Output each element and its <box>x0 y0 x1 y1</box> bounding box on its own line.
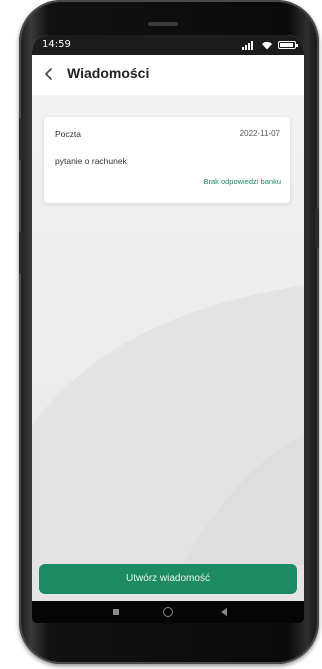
message-type: Poczta <box>55 129 81 139</box>
chevron-left-icon[interactable] <box>40 65 58 83</box>
home-icon[interactable] <box>162 606 174 618</box>
message-subject: pytanie o rachunek <box>55 156 127 166</box>
status-bar: 14:59 <box>32 35 304 55</box>
recents-icon[interactable] <box>110 606 122 618</box>
page-title: Wiadomości <box>67 65 150 81</box>
signal-icon <box>242 40 256 50</box>
status-time: 14:59 <box>42 39 71 50</box>
message-card[interactable]: Poczta 2022-11-07 pytanie o rachunek Bra… <box>44 117 290 203</box>
phone-screen: 14:59 Wiadomości Poczta 2022-11-07 pytan… <box>32 35 304 623</box>
system-nav-bar <box>32 601 304 623</box>
earpiece-speaker <box>148 22 178 26</box>
app-header: Wiadomości <box>32 55 304 95</box>
side-button-right <box>315 208 319 248</box>
message-date: 2022-11-07 <box>239 129 280 138</box>
battery-icon <box>278 41 298 49</box>
compose-message-button[interactable]: Utwórz wiadomość <box>39 564 297 594</box>
side-button-left-top <box>19 118 23 160</box>
back-icon[interactable] <box>218 606 230 618</box>
side-button-left-bottom <box>19 232 23 274</box>
wifi-icon <box>262 41 272 50</box>
message-status: Brak odpowiedzi banku <box>203 177 281 186</box>
status-icons <box>242 39 298 51</box>
messages-list: Poczta 2022-11-07 pytanie o rachunek Bra… <box>32 95 304 565</box>
device-stage: 14:59 Wiadomości Poczta 2022-11-07 pytan… <box>0 0 322 669</box>
